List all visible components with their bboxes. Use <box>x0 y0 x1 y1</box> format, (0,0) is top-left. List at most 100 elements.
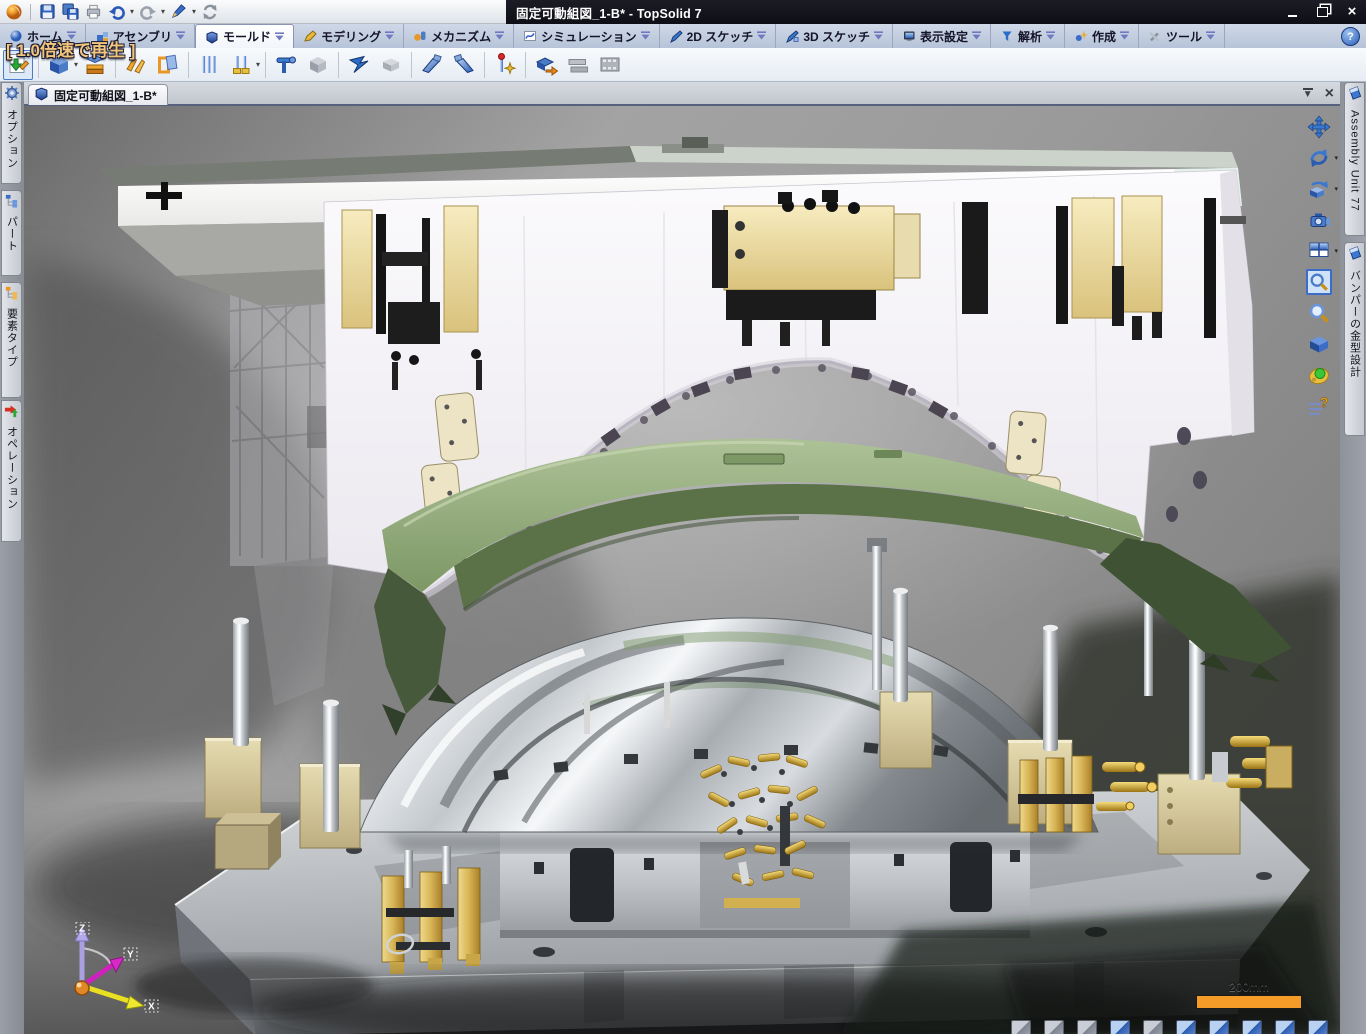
print-icon[interactable] <box>84 2 103 21</box>
ejector-pins-menu-icon[interactable]: ▾ <box>256 60 260 69</box>
tab-simulation[interactable]: シミュレーション <box>514 24 660 48</box>
topsolid-logo-icon[interactable] <box>4 2 23 21</box>
tab-menu-icon[interactable] <box>1046 29 1055 43</box>
sprue-bushing-icon[interactable] <box>271 50 301 80</box>
restore-button[interactable] <box>1314 5 1330 19</box>
close-button[interactable]: × <box>1344 5 1360 19</box>
element-type-icon <box>4 285 19 305</box>
bottom-doc-icon-5[interactable] <box>1143 1020 1163 1034</box>
title-bar: ▾ ▾ ▾ 固定可動組図_1-B* - TopSolid 7 × <box>0 0 1366 24</box>
axis-x-label: X <box>148 1002 155 1013</box>
mold-sequence-gray-icon[interactable] <box>595 50 625 80</box>
mold-split-icon[interactable] <box>531 50 561 80</box>
sidebar-tab-element-types[interactable]: 要素タイプ <box>1 282 22 398</box>
tab-analysis[interactable]: 解析 <box>991 24 1065 48</box>
save-all-icon[interactable] <box>61 2 80 21</box>
insert-block-gray-icon[interactable] <box>376 50 406 80</box>
render-style-icon[interactable] <box>1306 362 1332 388</box>
electrode-tool-icon[interactable] <box>417 50 447 80</box>
tab-mechanism[interactable]: メカニズム <box>404 24 514 48</box>
pin-placement-wizard-icon[interactable] <box>490 50 520 80</box>
bottom-doc-icon-3[interactable] <box>1077 1020 1097 1034</box>
rotate-icon[interactable]: ▾ <box>1306 145 1332 171</box>
tab-menu-icon[interactable] <box>641 29 650 43</box>
viewport-layout-icon[interactable]: ▾ <box>1306 238 1332 264</box>
3d-viewport[interactable]: ▾ ▾ ▾ ? Z Y <box>24 106 1340 1034</box>
sidebar-tab-operations[interactable]: オペレーション <box>1 400 22 542</box>
plate-tool-gray-icon[interactable] <box>563 50 593 80</box>
separator <box>30 4 31 20</box>
tab-2d-sketch[interactable]: 2D スケッチ <box>660 24 777 48</box>
playback-speed-overlay: [ 1.0倍速で再生 ] <box>6 36 135 61</box>
mold-definition-menu-icon[interactable]: ▾ <box>74 60 78 69</box>
pan-icon[interactable] <box>1306 114 1332 140</box>
electrode-tool-alt-icon[interactable] <box>449 50 479 80</box>
bottom-doc-icon-1[interactable] <box>1011 1020 1031 1034</box>
tab-menu-icon[interactable] <box>757 29 766 43</box>
part-tree-icon <box>4 193 19 213</box>
sidebar-tab-assembly-unit[interactable]: Assembly Unit 77 <box>1344 82 1365 236</box>
bottom-doc-icon-4[interactable] <box>1110 1020 1130 1034</box>
display-icon <box>902 29 916 43</box>
axis-y-label: Y <box>127 950 134 961</box>
tab-tools[interactable]: ツール <box>1139 24 1225 48</box>
sketch-2d-icon <box>669 29 683 43</box>
tab-create[interactable]: 作成 <box>1065 24 1139 48</box>
bottom-doc-icon-10[interactable] <box>1308 1020 1328 1034</box>
bottom-icon-strip <box>1011 1020 1328 1034</box>
tab-menu-icon[interactable] <box>495 29 504 43</box>
sidebar-tab-options[interactable]: オプション <box>1 82 22 184</box>
sketch-3d-icon <box>785 29 799 43</box>
mold-insert-gray-icon[interactable] <box>303 50 333 80</box>
mechanism-icon <box>413 29 427 43</box>
axis-triad: Z Y X <box>52 922 162 1022</box>
view-toolbar: ▾ ▾ ▾ ? <box>1306 114 1332 419</box>
slide-unit-icon[interactable] <box>344 50 374 80</box>
document-icon <box>1346 245 1363 267</box>
scale-bar-label: 200mm <box>1196 980 1302 994</box>
zoom-icon[interactable] <box>1306 300 1332 326</box>
redo-icon[interactable] <box>138 2 157 21</box>
edit-menu-icon[interactable]: ▾ <box>192 8 196 16</box>
tab-menu-icon[interactable] <box>1120 29 1129 43</box>
tab-list-menu-icon[interactable]: ▼ <box>1303 88 1313 100</box>
mold-frame-icon[interactable] <box>153 50 183 80</box>
tab-menu-icon[interactable] <box>874 29 883 43</box>
zoom-window-icon[interactable] <box>1306 269 1332 295</box>
save-icon[interactable] <box>38 2 57 21</box>
tab-mold[interactable]: モールド <box>195 24 294 48</box>
sidebar-tab-bumper-mold-design[interactable]: バンパーの金型設計 <box>1344 242 1365 436</box>
right-sidebar: Assembly Unit 77 バンパーの金型設計 <box>1340 82 1366 1034</box>
tab-menu-icon[interactable] <box>1206 29 1215 43</box>
tab-menu-icon[interactable] <box>972 29 981 43</box>
bottom-doc-icon-6[interactable] <box>1176 1020 1196 1034</box>
bottom-doc-icon-2[interactable] <box>1044 1020 1064 1034</box>
sidebar-tab-parts[interactable]: パート <box>1 190 22 276</box>
bottom-doc-icon-9[interactable] <box>1275 1020 1295 1034</box>
close-document-icon[interactable]: × <box>1325 86 1334 102</box>
help-tip-icon[interactable]: ? <box>1306 393 1332 419</box>
tab-menu-icon[interactable] <box>385 29 394 43</box>
edit-icon[interactable] <box>169 2 188 21</box>
tab-menu-icon[interactable] <box>275 30 284 44</box>
view-orientation-icon[interactable]: ▾ <box>1306 176 1332 202</box>
help-icon[interactable]: ? <box>1341 27 1360 46</box>
bottom-doc-icon-7[interactable] <box>1209 1020 1229 1034</box>
gear-icon <box>4 85 20 106</box>
tab-3d-sketch[interactable]: 3D スケッチ <box>776 24 893 48</box>
ejector-pins-options-icon[interactable] <box>226 50 256 80</box>
isometric-view-icon[interactable] <box>1306 331 1332 357</box>
undo-icon[interactable] <box>107 2 126 21</box>
camera-icon[interactable] <box>1306 207 1332 233</box>
ejector-pins-icon[interactable] <box>194 50 224 80</box>
refresh-icon[interactable] <box>200 2 219 21</box>
bottom-doc-icon-8[interactable] <box>1242 1020 1262 1034</box>
minimize-button[interactable] <box>1284 5 1300 19</box>
document-tab-active[interactable]: 固定可動組図_1-B* <box>28 84 168 105</box>
window-title: 固定可動組図_1-B* - TopSolid 7 <box>516 0 702 24</box>
redo-menu-icon[interactable]: ▾ <box>161 8 165 16</box>
tab-modeling[interactable]: モデリング <box>294 24 404 48</box>
tab-menu-icon[interactable] <box>176 29 185 43</box>
tab-display-settings[interactable]: 表示設定 <box>893 24 991 48</box>
undo-menu-icon[interactable]: ▾ <box>130 8 134 16</box>
